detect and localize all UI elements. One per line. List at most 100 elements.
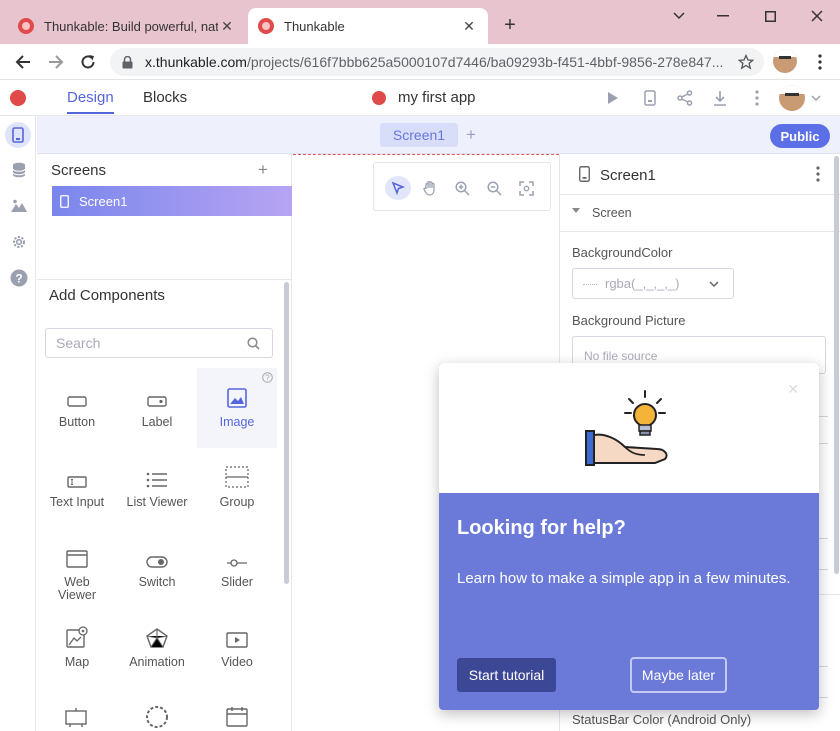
settings-gear-icon[interactable] [9, 232, 29, 252]
help-question-icon[interactable]: ? [9, 268, 29, 288]
loading-spinner-icon[interactable] [145, 705, 169, 729]
start-tutorial-button[interactable]: Start tutorial [457, 658, 556, 692]
browser-tab-title: Thunkable [284, 18, 345, 34]
component-label: Map [64, 655, 90, 669]
component-search-input[interactable]: Search [45, 328, 273, 358]
browser-menu-icon[interactable] [808, 50, 832, 74]
component-label: Button [58, 415, 96, 429]
component-label: Video [221, 655, 253, 669]
component-animation[interactable]: Animation [117, 608, 197, 688]
thunkable-favicon-icon [18, 18, 34, 34]
component-label: Label [141, 415, 173, 429]
url-host: x.thunkable.com [145, 54, 247, 70]
button-icon [67, 372, 87, 408]
back-arrow-icon[interactable] [11, 50, 35, 74]
list-icon [146, 452, 168, 488]
app-logo-icon [372, 90, 386, 105]
close-window-icon[interactable] [802, 6, 832, 26]
text-input-icon [67, 452, 87, 488]
video-icon [226, 612, 248, 648]
component-map[interactable]: Map [37, 608, 117, 688]
component-switch[interactable]: Switch [117, 528, 197, 608]
public-button[interactable]: Public [770, 124, 830, 148]
component-slider[interactable]: Slider [197, 528, 277, 608]
component-text-input[interactable]: Text Input [37, 448, 117, 528]
screen-list-item[interactable]: Screen1 [52, 186, 292, 216]
add-screen-plus-icon[interactable]: + [466, 125, 476, 145]
fit-to-screen-icon[interactable] [513, 176, 539, 200]
thunkable-logo-icon[interactable] [10, 90, 26, 106]
component-label: Group [219, 495, 255, 509]
phone-icon [60, 194, 69, 208]
browser-tab-thunkable[interactable]: Thunkable ✕ [248, 8, 488, 44]
database-icon[interactable] [9, 160, 29, 180]
download-icon[interactable] [711, 89, 729, 107]
component-label: Animation [129, 655, 185, 669]
tab-search-chevron-icon[interactable] [664, 6, 694, 26]
add-screen-icon[interactable]: + [258, 160, 268, 180]
tab-screen1[interactable]: Screen1 [380, 123, 458, 147]
maybe-later-button[interactable]: Maybe later [630, 657, 727, 693]
component-list-viewer[interactable]: List Viewer [117, 448, 197, 528]
component-video[interactable]: Video [197, 608, 277, 688]
calendar-icon[interactable] [226, 707, 248, 727]
component-group[interactable]: Group [197, 448, 277, 528]
app-title-text: my first app [398, 89, 476, 106]
canvas-component-icon[interactable] [65, 707, 87, 727]
components-scrollbar[interactable] [284, 282, 289, 584]
address-bar[interactable]: x.thunkable.com/projects/616f7bbb625a500… [110, 48, 764, 76]
user-menu-chevron-icon[interactable] [810, 89, 822, 107]
help-body: Learn how to make a simple app in a few … [457, 570, 791, 587]
screen-section-title[interactable]: Screen [592, 206, 632, 220]
section-collapse-caret-icon[interactable] [572, 208, 580, 214]
app-title[interactable]: my first app [372, 89, 476, 106]
forward-arrow-icon[interactable] [44, 50, 68, 74]
new-tab-icon[interactable]: + [500, 14, 520, 37]
url-text: x.thunkable.com/projects/616f7bbb625a500… [145, 54, 725, 70]
tab-close-icon[interactable]: ✕ [218, 18, 236, 35]
component-web-viewer[interactable]: Web Viewer [37, 528, 117, 608]
play-icon[interactable] [604, 89, 622, 107]
component-label: Slider [221, 575, 253, 589]
media-assets-icon[interactable] [9, 196, 29, 216]
bookmark-star-icon[interactable] [734, 50, 758, 74]
screen-list-item-label: Screen1 [79, 193, 128, 209]
tab-blocks[interactable]: Blocks [143, 89, 187, 106]
phone-design-icon[interactable] [5, 122, 31, 148]
background-picture-label: Background Picture [572, 313, 686, 328]
component-label: List Viewer [126, 495, 188, 509]
device-preview-icon[interactable] [641, 89, 659, 107]
close-popup-icon[interactable]: ✕ [787, 381, 799, 398]
component-label: Image [219, 415, 255, 429]
minimize-icon[interactable] [708, 6, 738, 26]
svg-text:?: ? [15, 272, 22, 286]
maximize-icon[interactable] [755, 6, 785, 26]
help-popup: ✕ Looking for help? Learn how to make a … [439, 363, 819, 710]
reload-icon[interactable] [76, 50, 100, 74]
select-pointer-icon[interactable] [385, 176, 411, 200]
background-color-select[interactable]: rgba(_,_,_,_) [572, 268, 734, 299]
tab-design[interactable]: Design [67, 89, 114, 114]
component-button[interactable]: Button [37, 368, 117, 448]
zoom-in-icon[interactable] [449, 176, 475, 200]
lightbulb-hand-icon [585, 387, 675, 471]
hidden-input-edge [818, 666, 828, 698]
lock-icon [122, 55, 133, 69]
color-swatch [583, 283, 597, 285]
tab-close-icon[interactable]: ✕ [460, 18, 478, 35]
label-icon [147, 372, 167, 408]
map-icon [66, 612, 88, 648]
share-icon[interactable] [676, 89, 694, 107]
component-label[interactable]: Label [117, 368, 197, 448]
browser-tab-thunkable-home[interactable]: Thunkable: Build powerful, native ✕ [8, 8, 246, 44]
zoom-out-icon[interactable] [481, 176, 507, 200]
properties-scrollbar[interactable] [834, 156, 839, 574]
more-options-icon[interactable] [748, 89, 766, 107]
info-icon[interactable]: ? [262, 372, 273, 383]
user-avatar[interactable] [779, 85, 805, 111]
properties-menu-icon[interactable] [816, 166, 820, 182]
chevron-down-icon [709, 280, 719, 287]
pan-hand-icon[interactable] [417, 176, 443, 200]
browser-profile-avatar[interactable] [773, 49, 797, 73]
selected-component-name: Screen1 [600, 167, 656, 184]
